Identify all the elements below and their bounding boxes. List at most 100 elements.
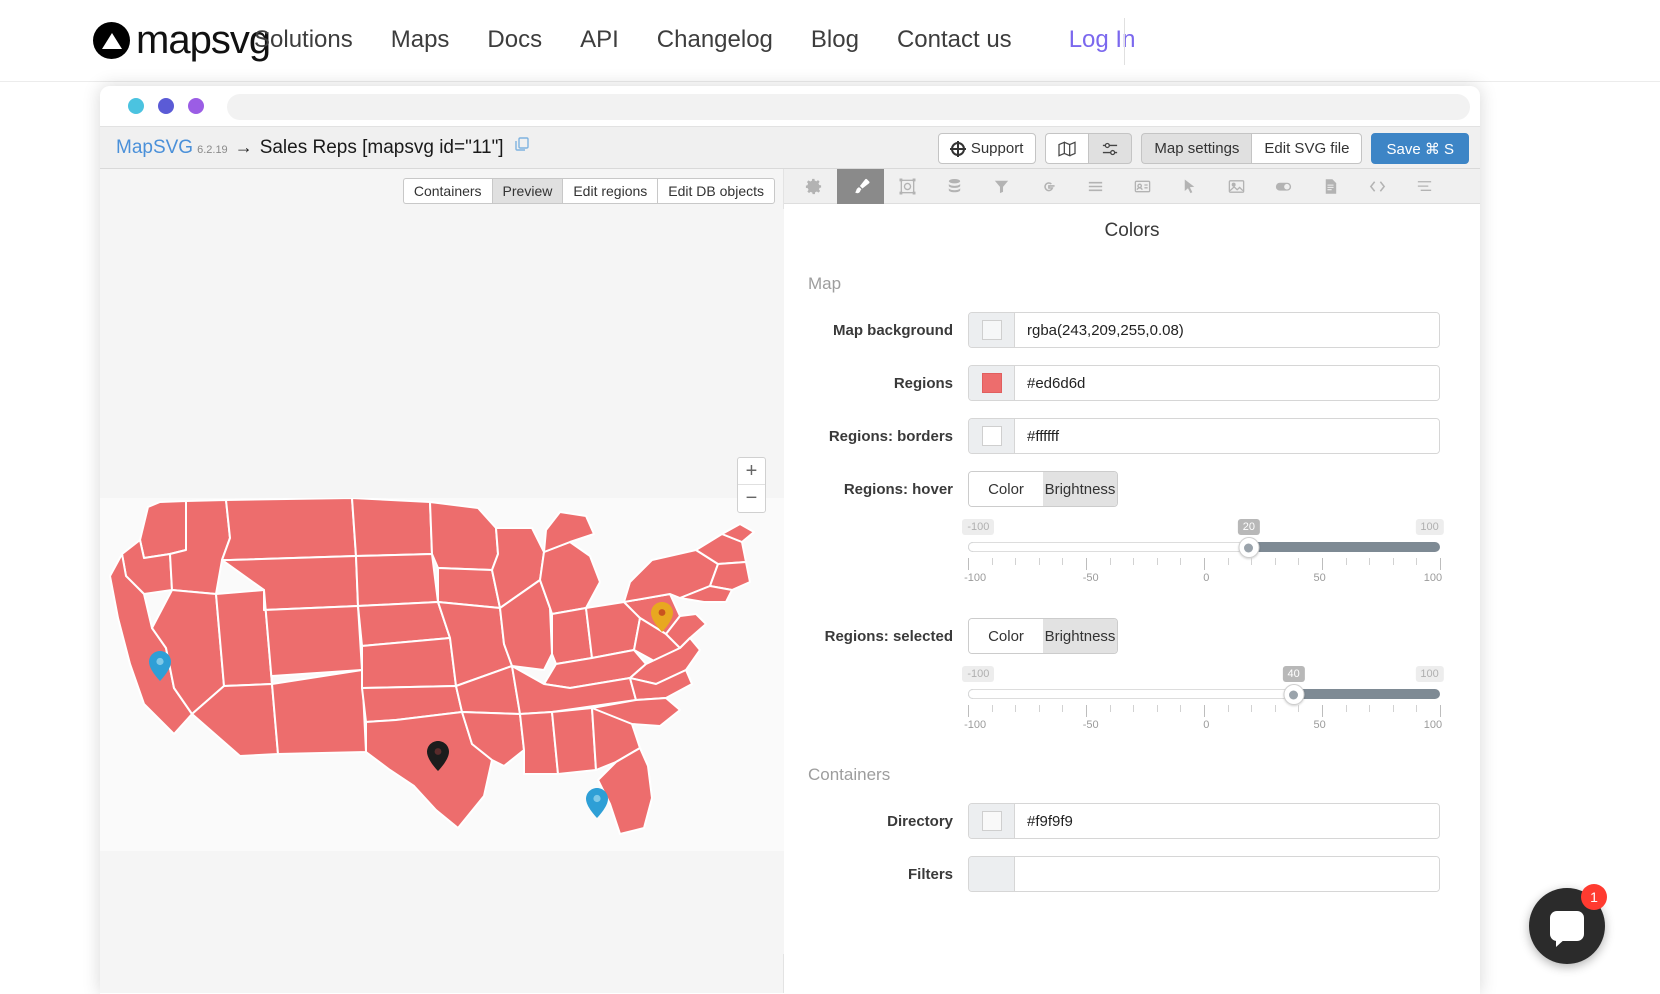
- map-background-input[interactable]: [1015, 313, 1439, 347]
- marker-florida[interactable]: [586, 788, 608, 818]
- marker-california[interactable]: [149, 651, 171, 681]
- nav-link-contact-us[interactable]: Contact us: [878, 26, 1031, 54]
- regions-hover-label: Regions: hover: [796, 481, 968, 498]
- database-icon[interactable]: [931, 169, 978, 204]
- cursor-icon[interactable]: [1166, 169, 1213, 204]
- marker-newyork[interactable]: [651, 602, 673, 632]
- breadcrumb-brand[interactable]: MapSVG: [116, 137, 193, 159]
- tab-edit-db-objects[interactable]: Edit DB objects: [657, 178, 775, 204]
- css-icon[interactable]: [1401, 169, 1448, 204]
- tab-containers[interactable]: Containers: [403, 178, 492, 204]
- regions-input[interactable]: [1015, 366, 1439, 400]
- ruler-tick: [1133, 558, 1134, 565]
- ruler-label: 50: [1314, 719, 1326, 731]
- us-map[interactable]: [100, 498, 784, 851]
- window-maximize-dot[interactable]: [188, 98, 204, 114]
- paintbrush-icon[interactable]: [837, 169, 884, 204]
- ruler-tick: [1086, 705, 1087, 717]
- breadcrumb-arrow: →: [235, 137, 253, 158]
- map-view-button[interactable]: [1045, 133, 1088, 164]
- tab-preview[interactable]: Preview: [492, 178, 563, 204]
- panel-body: Map Map background Regions: [784, 246, 1480, 892]
- breadcrumb-title: Sales Reps [mapsvg id="11"]: [260, 137, 504, 159]
- regions-selected-max-tip: 100: [1415, 666, 1443, 682]
- document-icon[interactable]: [1307, 169, 1354, 204]
- map-settings-button[interactable]: Map settings: [1141, 133, 1251, 164]
- nav-link-solutions[interactable]: Solutions: [235, 26, 372, 54]
- nav-link-changelog[interactable]: Changelog: [638, 26, 792, 54]
- regions-selected-label: Regions: selected: [796, 628, 968, 645]
- regions-selected-ruler: [968, 705, 1440, 719]
- support-button[interactable]: Support: [938, 133, 1037, 164]
- ruler-tick: [1251, 705, 1252, 712]
- breadcrumb-version: 6.2.19: [197, 144, 228, 156]
- ruler-tick: [1251, 558, 1252, 565]
- ruler-tick: [1369, 705, 1370, 712]
- gear-icon[interactable]: [790, 169, 837, 204]
- transform-icon[interactable]: [884, 169, 931, 204]
- tab-edit-regions[interactable]: Edit regions: [562, 178, 657, 204]
- regions-selected-mode-color[interactable]: Color: [969, 619, 1043, 653]
- ruler-tick: [1322, 705, 1323, 717]
- ruler-tick: [1393, 558, 1394, 565]
- regions-hover-ruler-labels: -100 -50 0 50 100: [968, 572, 1440, 588]
- regions-selected-slider[interactable]: [968, 689, 1440, 699]
- code-icon[interactable]: [1354, 169, 1401, 204]
- settings-view-button[interactable]: [1088, 133, 1132, 164]
- browser-url-bar[interactable]: [227, 94, 1470, 120]
- regions-selected-mode-brightness[interactable]: Brightness: [1043, 619, 1117, 653]
- regions-hover-value-tip: 20: [1238, 519, 1260, 535]
- ruler-tick: [968, 705, 969, 717]
- directory-swatch: [982, 811, 1002, 831]
- nav-link-docs[interactable]: Docs: [468, 26, 561, 54]
- directory-swatch-button[interactable]: [969, 804, 1015, 838]
- containers-group-label: Containers: [808, 765, 1440, 785]
- filter-icon[interactable]: [978, 169, 1025, 204]
- image-icon[interactable]: [1213, 169, 1260, 204]
- ruler-tick: [992, 705, 993, 712]
- save-button[interactable]: Save ⌘ S: [1371, 133, 1469, 164]
- regions-hover-slider[interactable]: [968, 542, 1440, 552]
- filters-input[interactable]: [1015, 857, 1439, 891]
- chat-widget-button[interactable]: 1: [1529, 888, 1605, 964]
- regions-borders-input[interactable]: [1015, 419, 1439, 453]
- window-minimize-dot[interactable]: [158, 98, 174, 114]
- regions-selected-slider-block: -100 40 100 -100 -50 0: [968, 666, 1440, 735]
- ruler-tick: [1015, 558, 1016, 565]
- ruler-tick: [1228, 705, 1229, 712]
- window-close-dot[interactable]: [128, 98, 144, 114]
- filters-swatch-button[interactable]: [969, 857, 1015, 891]
- copy-icon[interactable]: [514, 136, 530, 157]
- list-icon[interactable]: [1072, 169, 1119, 204]
- nav-link-blog[interactable]: Blog: [792, 26, 878, 54]
- nav-link-api[interactable]: API: [561, 26, 638, 54]
- ruler-label: 100: [1424, 572, 1442, 584]
- zoom-in-button[interactable]: +: [738, 458, 765, 485]
- map-background-swatch-button[interactable]: [969, 313, 1015, 347]
- card-icon[interactable]: [1119, 169, 1166, 204]
- sliders-icon: [1101, 141, 1119, 157]
- ruler-tick: [1062, 705, 1063, 712]
- toggle-icon[interactable]: [1260, 169, 1307, 204]
- edit-svg-file-button[interactable]: Edit SVG file: [1251, 133, 1362, 164]
- ruler-tick: [1346, 705, 1347, 712]
- regions-hover-slider-block: -100 20 100 -100 -50 0: [968, 519, 1440, 588]
- regions-swatch-button[interactable]: [969, 366, 1015, 400]
- regions-hover-mode-color[interactable]: Color: [969, 472, 1043, 506]
- google-icon[interactable]: [1025, 169, 1072, 204]
- zoom-out-button[interactable]: −: [738, 485, 765, 512]
- regions-hover-mode-brightness[interactable]: Brightness: [1043, 472, 1117, 506]
- regions-borders-swatch-button[interactable]: [969, 419, 1015, 453]
- map-background-label: Map background: [796, 322, 968, 339]
- marker-texas[interactable]: [427, 741, 449, 771]
- directory-input[interactable]: [1015, 804, 1439, 838]
- nav-link-maps[interactable]: Maps: [372, 26, 469, 54]
- ruler-tick: [992, 558, 993, 565]
- nav-link-login[interactable]: Log In: [1031, 26, 1155, 54]
- regions-selected-slider-knob[interactable]: [1283, 684, 1304, 705]
- ruler-tick: [1180, 558, 1181, 565]
- preview-tabs: Containers Preview Edit regions Edit DB …: [403, 178, 775, 204]
- us-map-svg: [100, 498, 784, 851]
- regions-hover-ruler: [968, 558, 1440, 572]
- regions-hover-slider-knob[interactable]: [1238, 537, 1259, 558]
